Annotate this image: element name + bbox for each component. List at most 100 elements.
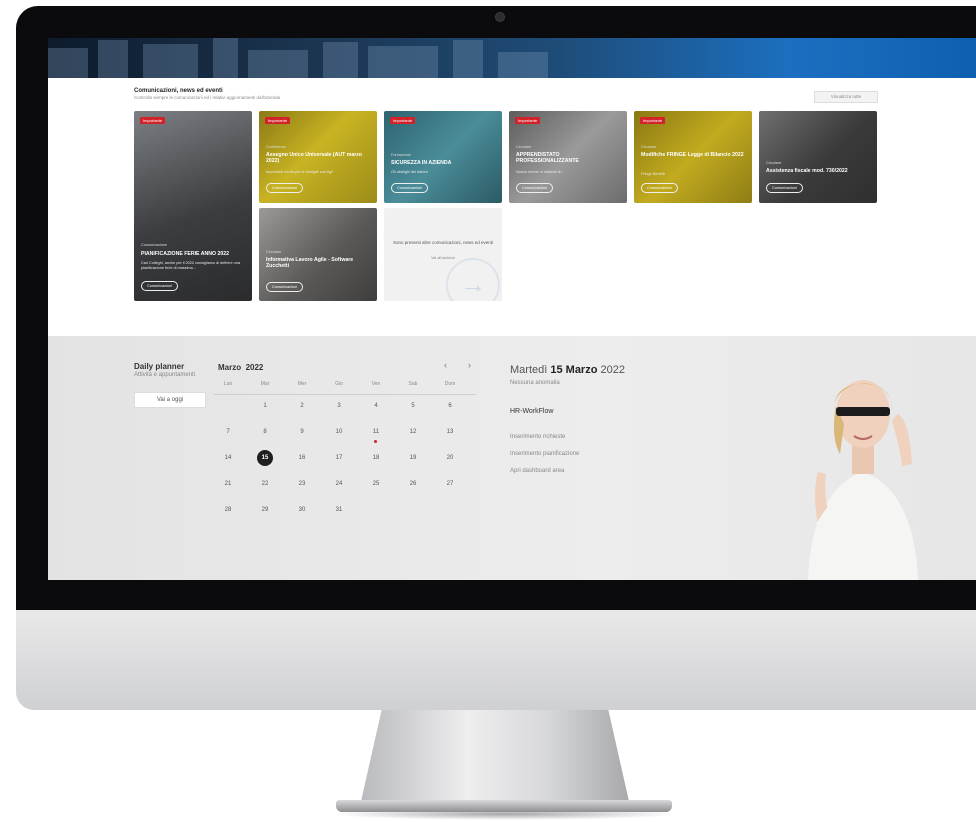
weekday-header: Dom (444, 381, 456, 387)
news-card[interactable]: Importante Circolare Modifiche FRINGE Le… (634, 111, 752, 203)
prev-month-icon[interactable]: ‹ (444, 360, 447, 370)
hero-banner (48, 38, 976, 78)
card-title: Assistenza fiscale mod. 730/2022 (766, 168, 848, 174)
calendar-day[interactable]: 27 (440, 476, 460, 492)
communications-title: Comunicazioni, news ed eventi (134, 88, 223, 94)
calendar-day[interactable]: 21 (218, 476, 238, 492)
news-card[interactable]: Circolare Assistenza fiscale mod. 730/20… (759, 111, 877, 203)
calendar-day[interactable]: 3 (329, 398, 349, 414)
card-description: Fringe Benefit (641, 172, 665, 176)
selected-day: 15 Marzo (550, 364, 598, 376)
important-badge: Importante (515, 117, 541, 124)
calendar-month-label: Marzo 2022 (218, 363, 263, 372)
important-badge: Importante (140, 117, 166, 124)
calendar-day[interactable]: 20 (440, 450, 460, 466)
calendar-day[interactable]: 22 (255, 476, 275, 492)
woman-illustration (808, 380, 918, 580)
screen: Comunicazioni, news ed eventi Controlla … (48, 38, 976, 580)
card-category: Circolare (641, 145, 657, 149)
card-button[interactable]: Comunicazioni (516, 183, 553, 193)
monitor-chin (16, 610, 976, 710)
calendar-day[interactable]: 17 (329, 450, 349, 466)
weekday-header: Ven (371, 381, 381, 387)
calendar-day[interactable]: 25 (366, 476, 386, 492)
card-title: Modifiche FRINGE Legge di Bilancio 2022 (641, 152, 744, 158)
calendar-day[interactable]: 29 (255, 502, 275, 518)
next-month-icon[interactable]: › (468, 360, 471, 370)
hr-workflow-title: HR-WorkFlow (510, 408, 554, 415)
card-category: Formazione (391, 153, 412, 157)
archive-link[interactable]: Vai all'archivio (384, 256, 502, 260)
planner-subtitle: Attività e appuntamenti (134, 372, 196, 378)
more-news-text: Sono presenti altre comunicazioni, news … (392, 240, 494, 245)
calendar-day[interactable]: 31 (329, 502, 349, 518)
important-badge: Importante (640, 117, 666, 124)
calendar-day[interactable]: 14 (218, 450, 238, 466)
card-description: Gli obblighi del datore (391, 170, 428, 174)
card-title: Informativa Lavoro Agile - Software Zucc… (266, 257, 354, 270)
calendar-day[interactable]: 7 (218, 424, 238, 440)
no-events-text: Nessuna anomalia (510, 380, 560, 386)
calendar-day[interactable]: 8 (255, 424, 275, 440)
communications-subtitle: Controlla sempre le comunicazioni ed i r… (134, 95, 281, 100)
calendar-day[interactable]: 28 (218, 502, 238, 518)
hr-link[interactable]: Inserimento richieste (510, 434, 565, 440)
calendar-day[interactable]: 10 (329, 424, 349, 440)
selected-weekday: Martedì (510, 364, 548, 376)
planner-title: Daily planner (134, 362, 185, 371)
news-card[interactable]: Importante Formazione SICUREZZA IN AZIEN… (384, 111, 502, 203)
calendar-day[interactable]: 2 (292, 398, 312, 414)
calendar-month: Marzo (218, 363, 242, 372)
calendar-day-selected[interactable]: 15 (257, 450, 273, 466)
news-card[interactable]: Importante Conferenza Assegno Unico Univ… (259, 111, 377, 203)
selected-date: Martedì 15 Marzo 2022 (510, 364, 625, 376)
news-card[interactable]: Importante Circolare APPRENDISTATO PROFE… (509, 111, 627, 203)
calendar-day[interactable]: 6 (440, 398, 460, 414)
card-category: Circolare (516, 145, 532, 149)
calendar-day[interactable]: 1 (255, 398, 275, 414)
card-description: Nuove norme in materia di... (516, 170, 564, 174)
weekday-header: Lun (223, 381, 233, 387)
show-all-button[interactable]: Visualizza tutte (814, 91, 878, 103)
card-button[interactable]: Comunicazioni (641, 183, 678, 193)
card-title: Assegno Unico Universale (AUT marzo 2022… (266, 152, 362, 165)
calendar-day[interactable]: 4 (366, 398, 386, 414)
hr-link[interactable]: Apri dashboard area (510, 468, 564, 474)
card-button[interactable]: Comunicazioni (266, 282, 303, 292)
calendar-day[interactable]: 24 (329, 476, 349, 492)
selected-year: 2022 (600, 364, 625, 376)
important-badge: Importante (390, 117, 416, 124)
card-category: Conferenza (266, 145, 286, 149)
card-title: PIANIFICAZIONE FERIE ANNO 2022 (141, 251, 230, 257)
arrow-right-icon: → (460, 269, 486, 299)
news-card[interactable]: Importante Comunicazione PIANIFICAZIONE … (134, 111, 252, 301)
calendar-year: 2022 (245, 363, 264, 372)
important-badge: Importante (265, 117, 291, 124)
weekday-header: Sab (408, 381, 418, 387)
calendar-day[interactable]: 16 (292, 450, 312, 466)
card-button[interactable]: Comunicazioni (141, 281, 178, 291)
today-button[interactable]: Vai a oggi (134, 392, 206, 408)
news-card[interactable]: Circolare Informativa Lavoro Agile - Sof… (259, 208, 377, 301)
calendar-day[interactable]: 9 (292, 424, 312, 440)
calendar-day[interactable]: 13 (440, 424, 460, 440)
card-button[interactable]: Comunicazioni (266, 183, 303, 193)
weekday-header: Mar (260, 381, 270, 387)
calendar-day[interactable]: 19 (403, 450, 423, 466)
card-button[interactable]: Comunicazioni (391, 183, 428, 193)
weekday-header: Gio (335, 381, 343, 387)
calendar-day[interactable]: 23 (292, 476, 312, 492)
calendar-day[interactable]: 30 (292, 502, 312, 518)
calendar-day[interactable]: 26 (403, 476, 423, 492)
card-category: Comunicazione (141, 243, 168, 247)
calendar-day[interactable]: 12 (403, 424, 423, 440)
webcam-icon (495, 12, 505, 22)
card-button[interactable]: Comunicazioni (766, 183, 803, 193)
card-description: Importanti novità per le famiglie con fi… (266, 170, 333, 174)
card-category: Circolare (266, 250, 282, 254)
more-news-card[interactable]: → Sono presenti altre comunicazioni, new… (384, 208, 502, 301)
calendar-day[interactable]: 18 (366, 450, 386, 466)
calendar-day[interactable]: 11 (366, 424, 386, 440)
calendar-day[interactable]: 5 (403, 398, 423, 414)
hr-link[interactable]: Inserimento pianificazione (510, 451, 579, 457)
